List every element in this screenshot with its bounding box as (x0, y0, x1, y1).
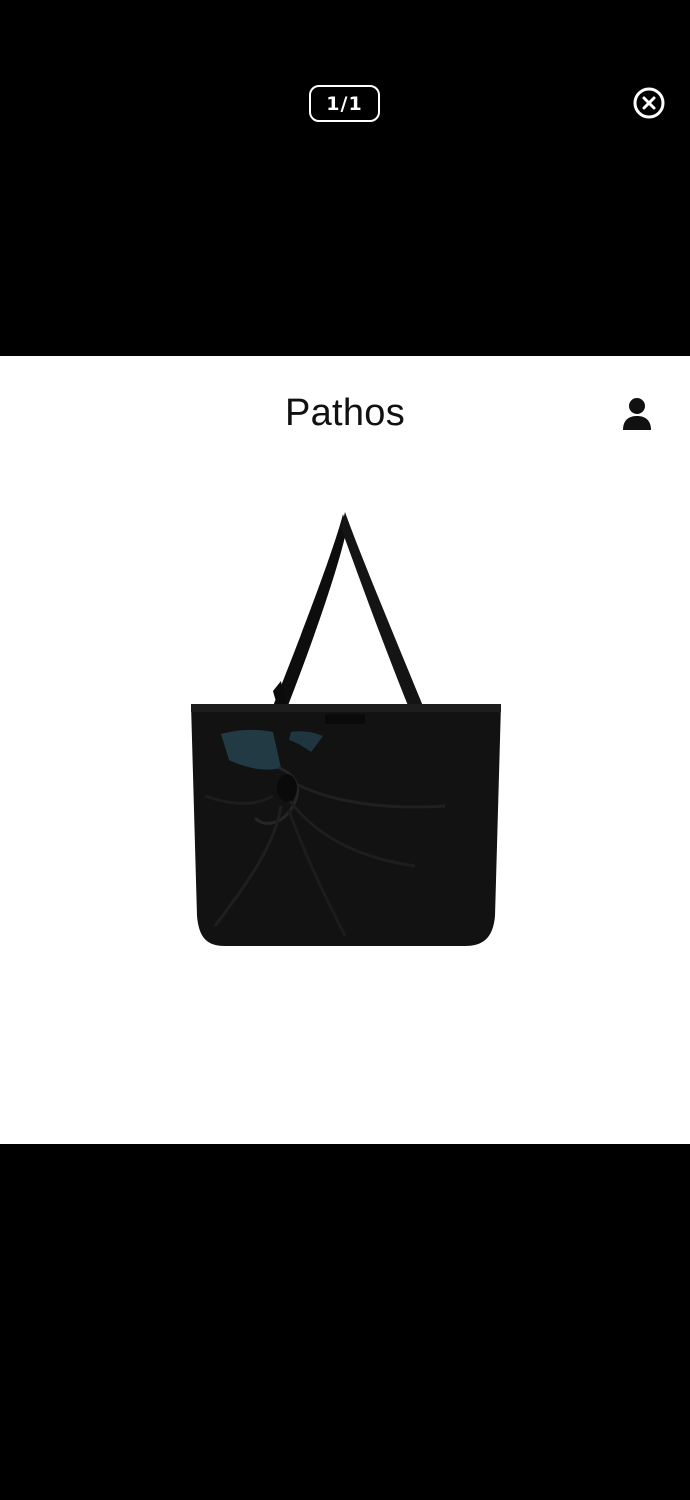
product-image-panel[interactable]: Pathos (0, 356, 690, 1144)
close-icon[interactable] (632, 86, 666, 120)
viewer-top-bar: 1/1 (0, 0, 690, 356)
viewer-bottom-bar (0, 1144, 690, 1500)
brand-title: Pathos (284, 392, 406, 434)
image-viewer: 1/1 Pathos (0, 0, 690, 1500)
user-icon (622, 397, 652, 431)
tote-bag-image (185, 506, 505, 951)
image-counter: 1/1 (309, 85, 380, 122)
